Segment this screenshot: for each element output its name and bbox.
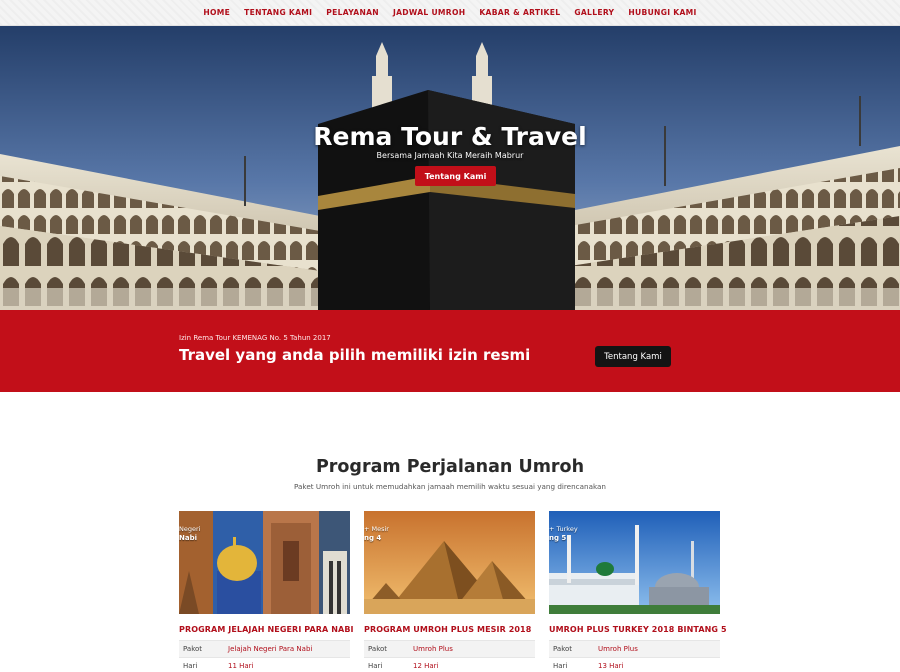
program-title[interactable]: PROGRAM JELAJAH NEGERI PARA NABI: [179, 625, 354, 634]
row-label: Pakot: [549, 640, 594, 658]
nav-pelayanan[interactable]: PELAYANAN: [319, 8, 386, 17]
table-row: Hari 12 Hari: [364, 657, 535, 672]
banner-about-button[interactable]: Tentang Kami: [595, 346, 671, 367]
row-label: Hari: [549, 657, 594, 672]
row-label: Hari: [364, 657, 409, 672]
hero-subtitle: Bersama Jamaah Kita Meraih Mabrur: [376, 151, 524, 160]
programs-subtitle: Paket Umroh ini untuk memudahkan jamaah …: [294, 482, 606, 491]
table-row: Pakot Umroh Plus: [364, 640, 535, 658]
row-value: Jelajah Negeri Para Nabi: [224, 640, 350, 658]
row-value: 13 Hari: [594, 657, 720, 672]
table-row: Hari 11 Hari: [179, 657, 350, 672]
hero-title: Rema Tour & Travel: [313, 122, 587, 151]
card-ribbon-line2: ng 5: [549, 534, 567, 542]
card-ribbon-line1: + Turkey: [549, 525, 578, 533]
program-details-table: Pakot Jelajah Negeri Para Nabi Hari 11 H…: [179, 640, 350, 672]
row-label: Hari: [179, 657, 224, 672]
card-ribbon-line1: Negeri: [179, 525, 201, 533]
nav-gallery[interactable]: GALLERY: [567, 8, 621, 17]
program-title[interactable]: UMROH PLUS TURKEY 2018 BINTANG 5: [549, 625, 727, 634]
nav-home[interactable]: HOME: [196, 8, 237, 17]
nav-tentang-kami[interactable]: TENTANG KAMI: [237, 8, 319, 17]
program-details-table: Pakot Umroh Plus Hari 12 Hari: [364, 640, 535, 672]
table-row: Pakot Jelajah Negeri Para Nabi: [179, 640, 350, 658]
table-row: Hari 13 Hari: [549, 657, 720, 672]
nav-kabar-artikel[interactable]: KABAR & ARTIKEL: [472, 8, 567, 17]
program-title[interactable]: PROGRAM UMROH PLUS MESIR 2018: [364, 625, 535, 634]
program-card[interactable]: + Turkey ng 5 UMROH PLUS TURKEY 2018 BIN…: [549, 511, 727, 672]
hero-about-button[interactable]: Tentang Kami: [415, 166, 496, 186]
license-title: Travel yang anda pilih memiliki izin res…: [179, 346, 531, 364]
row-value: 12 Hari: [409, 657, 535, 672]
card-ribbon-line1: + Mesir: [364, 525, 389, 533]
card-ribbon-line2: ng 4: [364, 534, 382, 542]
top-navigation: HOME TENTANG KAMI PELAYANAN JADWAL UMROH…: [0, 0, 900, 26]
program-card[interactable]: + Mesir ng 4 PROGRAM UMROH PLUS MESIR 20…: [364, 511, 535, 672]
program-details-table: Pakot Umroh Plus Hari 13 Hari: [549, 640, 720, 672]
program-card[interactable]: Negeri Nabi PROGRAM JELAJAH NEGERI PARA …: [179, 511, 354, 672]
nav-jadwal-umroh[interactable]: JADWAL UMROH: [386, 8, 472, 17]
program-image-turkey[interactable]: + Turkey ng 5: [549, 511, 720, 614]
row-value: Umroh Plus: [409, 640, 535, 658]
license-banner: Izin Rema Tour KEMENAG No. 5 Tahun 2017 …: [0, 310, 900, 392]
nav-hubungi-kami[interactable]: HUBUNGI KAMI: [621, 8, 703, 17]
hero-banner: Rema Tour & Travel Bersama Jamaah Kita M…: [0, 26, 900, 310]
program-image-mesir[interactable]: + Mesir ng 4: [364, 511, 535, 614]
row-value: 11 Hari: [224, 657, 350, 672]
license-note: Izin Rema Tour KEMENAG No. 5 Tahun 2017: [179, 334, 331, 342]
programs-title: Program Perjalanan Umroh: [315, 457, 585, 477]
program-image-nabi[interactable]: Negeri Nabi: [179, 511, 350, 614]
table-row: Pakot Umroh Plus: [549, 640, 720, 658]
row-value: Umroh Plus: [594, 640, 720, 658]
card-ribbon-line2: Nabi: [179, 534, 197, 542]
row-label: Pakot: [364, 640, 409, 658]
row-label: Pakot: [179, 640, 224, 658]
